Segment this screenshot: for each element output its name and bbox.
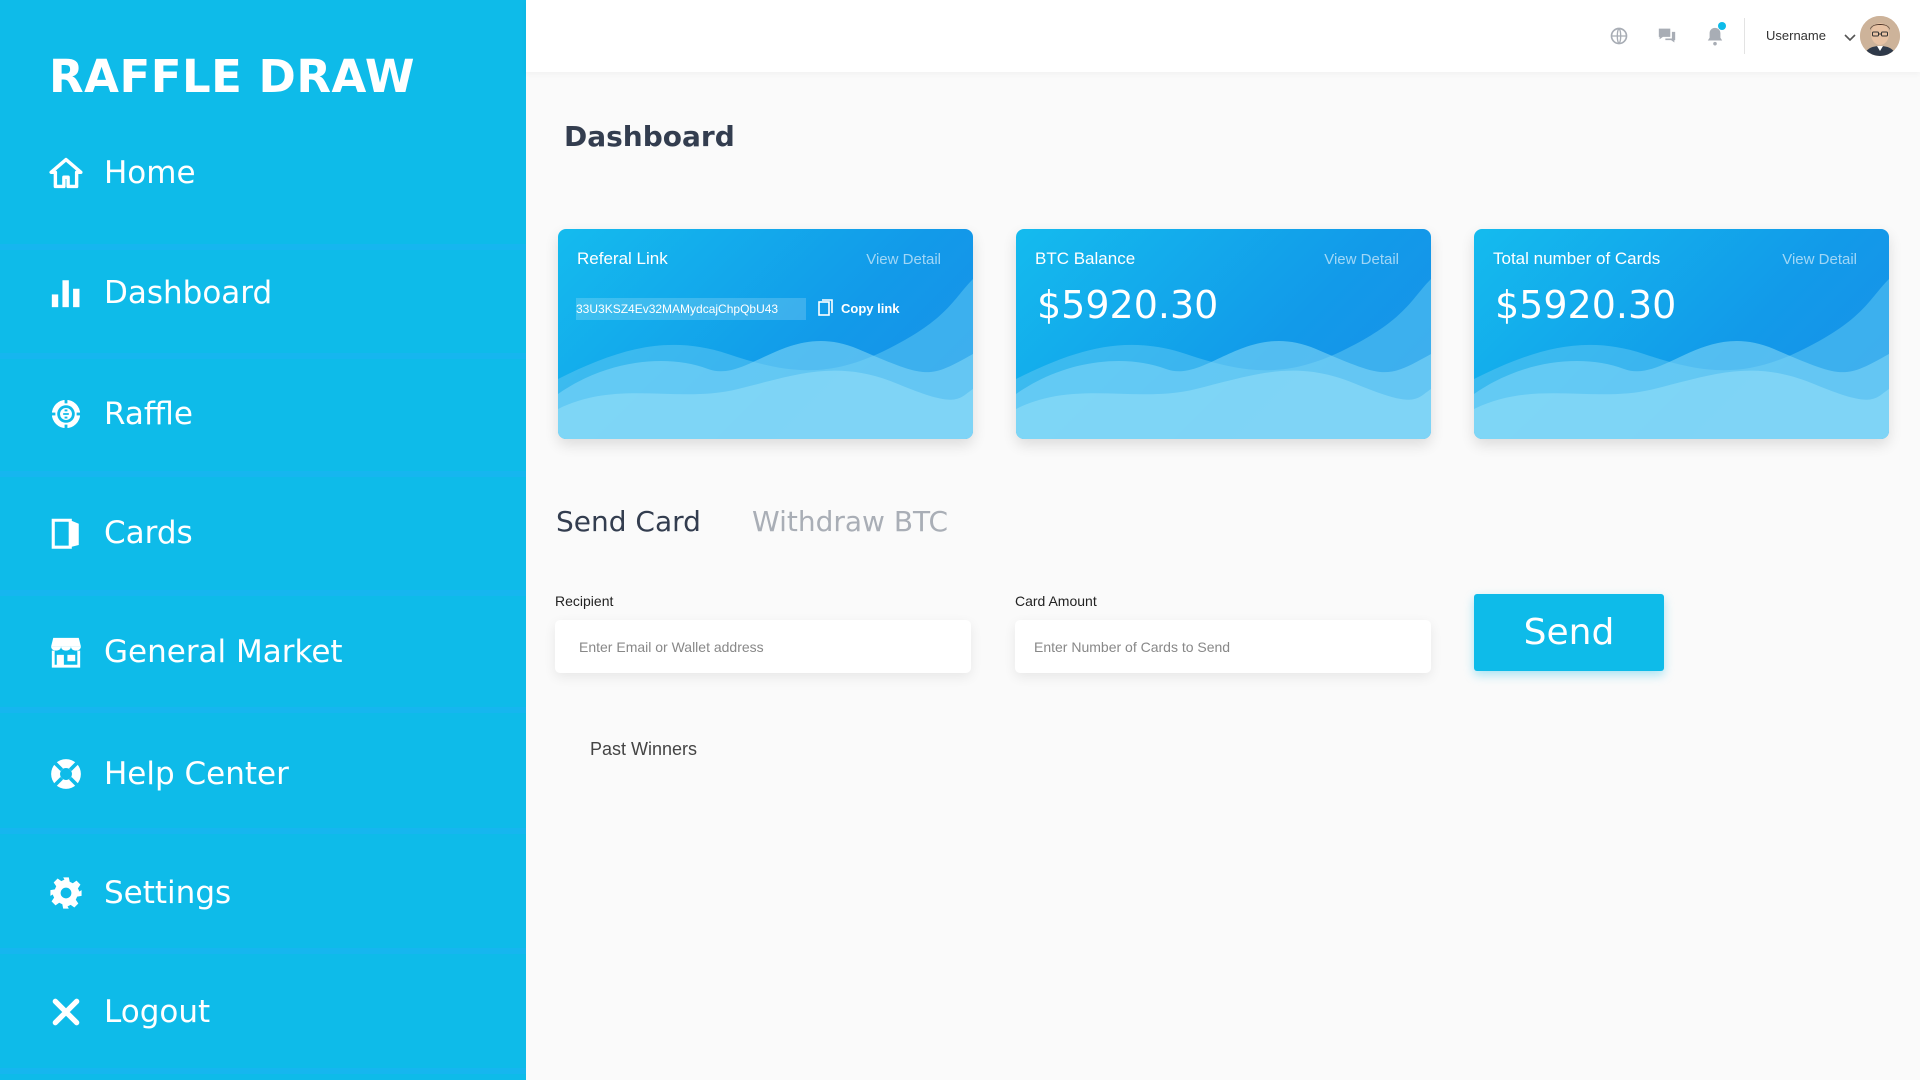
copy-icon [818, 299, 833, 316]
home-icon [48, 155, 84, 191]
bar-chart-icon [48, 275, 84, 311]
chevron-down-icon[interactable] [1844, 30, 1856, 48]
btc-balance-card: BTC Balance View Detail $5920.30 [1016, 229, 1431, 439]
total-cards-card: Total number of Cards View Detail $5920.… [1474, 229, 1889, 439]
top-bar: Username [526, 0, 1920, 72]
recipient-input[interactable] [555, 620, 971, 673]
referral-link-value[interactable]: 33U3KSZ4Ev32MAMydcajChpQbU43 [576, 298, 806, 320]
sidebar: RAFFLE DRAW Home Dashboard Raffle Cards [0, 0, 526, 1080]
sidebar-item-label: Home [104, 155, 196, 191]
bell-icon[interactable] [1704, 22, 1726, 47]
view-detail-link[interactable]: View Detail [1782, 251, 1857, 268]
store-icon [48, 634, 84, 670]
total-cards-value: $5920.30 [1495, 283, 1677, 327]
sidebar-item-label: Help Center [104, 756, 289, 792]
raffle-chip-icon [48, 396, 84, 432]
card-title: Total number of Cards [1493, 249, 1661, 268]
sidebar-item-label: General Market [104, 634, 343, 670]
copy-link-label: Copy link [841, 300, 900, 316]
sidebar-item-cards[interactable]: Cards [0, 477, 526, 589]
close-icon [48, 994, 84, 1030]
card-title: BTC Balance [1035, 249, 1136, 268]
view-detail-link[interactable]: View Detail [1324, 251, 1399, 268]
gear-icon [48, 875, 84, 911]
sidebar-item-label: Raffle [104, 396, 193, 432]
referral-link-card: Referal Link View Detail 33U3KSZ4Ev32MAM… [558, 229, 973, 439]
sidebar-item-label: Dashboard [104, 275, 273, 311]
chat-icon[interactable] [1656, 25, 1678, 47]
globe-icon[interactable] [1608, 25, 1630, 47]
recipient-label: Recipient [555, 593, 614, 609]
btc-balance-value: $5920.30 [1037, 283, 1219, 327]
nav-divider [0, 1068, 526, 1074]
card-amount-input[interactable] [1015, 620, 1431, 673]
avatar[interactable] [1860, 16, 1900, 56]
sidebar-item-settings[interactable]: Settings [0, 837, 526, 949]
sidebar-item-general-market[interactable]: General Market [0, 596, 526, 708]
copy-link-button[interactable]: Copy link [818, 299, 900, 317]
page-title: Dashboard [564, 120, 735, 153]
card-icon [48, 515, 84, 551]
sidebar-item-logout[interactable]: Logout [0, 956, 526, 1068]
card-amount-label: Card Amount [1015, 593, 1097, 609]
sidebar-item-help-center[interactable]: Help Center [0, 718, 526, 830]
username-label[interactable]: Username [1766, 28, 1826, 43]
view-detail-link[interactable]: View Detail [866, 251, 941, 268]
sidebar-item-raffle[interactable]: Raffle [0, 358, 526, 470]
topbar-divider [1744, 18, 1745, 54]
sidebar-item-home[interactable]: Home [0, 117, 526, 229]
tab-send-card[interactable]: Send Card [556, 505, 701, 538]
lifebuoy-icon [48, 756, 84, 792]
tab-withdraw-btc[interactable]: Withdraw BTC [752, 505, 948, 538]
card-title: Referal Link [577, 249, 668, 268]
sidebar-item-label: Cards [104, 515, 193, 551]
notification-dot [1718, 22, 1726, 30]
sidebar-item-dashboard[interactable]: Dashboard [0, 237, 526, 349]
brand-logo: RAFFLE DRAW [49, 50, 415, 103]
sidebar-item-label: Logout [104, 994, 211, 1030]
send-button[interactable]: Send [1474, 594, 1664, 671]
sidebar-item-label: Settings [104, 875, 232, 911]
past-winners-heading: Past Winners [590, 739, 698, 759]
